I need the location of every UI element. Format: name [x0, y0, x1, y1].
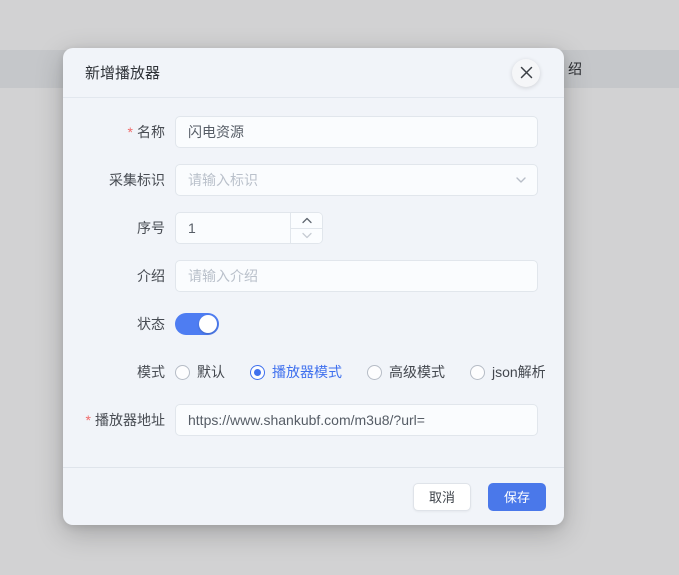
- cancel-button[interactable]: 取消: [413, 483, 471, 511]
- close-icon: [520, 66, 533, 79]
- dialog-footer: 取消 保存: [63, 467, 564, 525]
- stepper-down-button[interactable]: [291, 229, 322, 244]
- player-url-input[interactable]: [175, 404, 538, 436]
- mode-label: 模式: [63, 362, 165, 382]
- mode-radio-group: 默认 播放器模式 高级模式 json解析: [175, 362, 546, 382]
- close-button[interactable]: [512, 59, 540, 87]
- collect-flag-label: 采集标识: [63, 170, 165, 190]
- radio-option-advanced-mode[interactable]: 高级模式: [367, 362, 445, 382]
- player-url-label: *播放器地址: [63, 410, 165, 430]
- form-row-collect-flag: 采集标识: [63, 164, 538, 196]
- chevron-down-icon: [302, 232, 312, 239]
- number-stepper: [290, 213, 322, 243]
- radio-circle-icon: [470, 365, 485, 380]
- order-value-input[interactable]: [176, 213, 290, 243]
- save-button[interactable]: 保存: [488, 483, 546, 511]
- stepper-up-button[interactable]: [291, 213, 322, 229]
- name-label: *名称: [63, 122, 165, 142]
- dialog-title: 新增播放器: [85, 62, 160, 83]
- form-row-mode: 模式 默认 播放器模式 高级模式 json解析: [63, 356, 538, 388]
- toggle-knob: [199, 315, 217, 333]
- status-label: 状态: [63, 314, 165, 334]
- radio-circle-icon: [175, 365, 190, 380]
- name-input[interactable]: [175, 116, 538, 148]
- radio-option-player-mode[interactable]: 播放器模式: [250, 362, 342, 382]
- radio-circle-icon: [367, 365, 382, 380]
- collect-flag-select[interactable]: [175, 164, 538, 196]
- radio-option-default[interactable]: 默认: [175, 362, 225, 382]
- intro-label: 介绍: [63, 266, 165, 286]
- chevron-up-icon: [302, 217, 312, 224]
- form-row-player-url: *播放器地址: [63, 404, 538, 436]
- add-player-dialog: 新增播放器 *名称 采集标识 序号: [63, 48, 564, 525]
- form-row-name: *名称: [63, 116, 538, 148]
- form-row-order: 序号: [63, 212, 538, 244]
- required-asterisk: *: [128, 124, 133, 140]
- radio-circle-icon: [250, 365, 265, 380]
- dialog-body: *名称 采集标识 序号: [63, 98, 564, 436]
- required-asterisk: *: [86, 412, 91, 428]
- radio-option-json-parse[interactable]: json解析: [470, 362, 546, 382]
- dialog-header: 新增播放器: [63, 48, 564, 98]
- chevron-down-icon: [515, 174, 527, 186]
- background-partial-text: 绍: [568, 59, 582, 79]
- intro-input[interactable]: [175, 260, 538, 292]
- form-row-intro: 介绍: [63, 260, 538, 292]
- order-label: 序号: [63, 218, 165, 238]
- order-number-input[interactable]: [175, 212, 323, 244]
- status-toggle[interactable]: [175, 313, 219, 335]
- form-row-status: 状态: [63, 308, 538, 340]
